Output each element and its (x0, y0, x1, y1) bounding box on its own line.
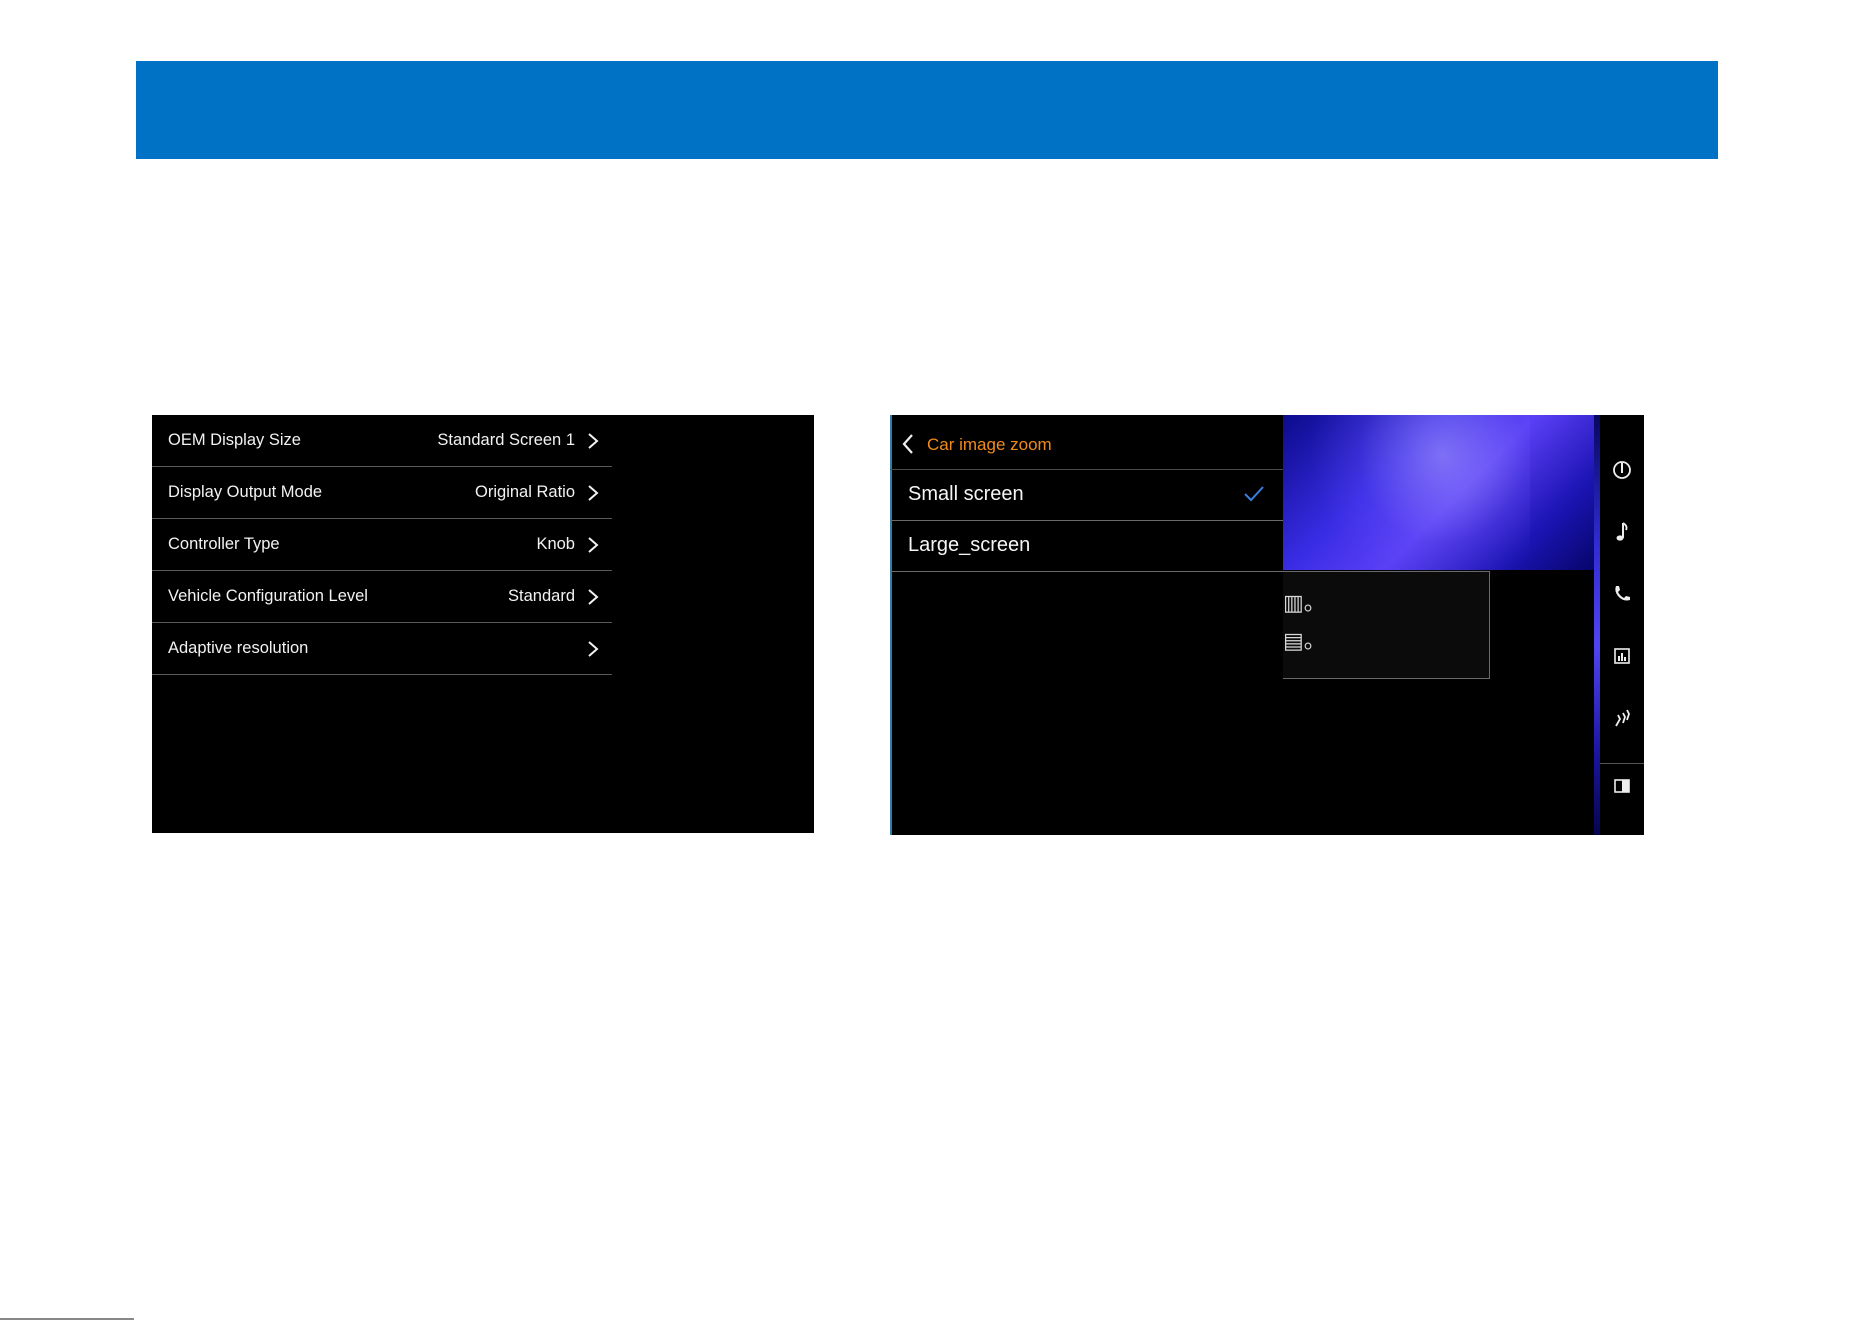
checkmark-icon (1243, 485, 1265, 503)
setting-label: Controller Type (168, 535, 280, 553)
side-rail (1594, 415, 1644, 835)
option-large-screen[interactable]: Large_screen (890, 521, 1283, 572)
footer-line (0, 1318, 134, 1320)
chevron-right-icon (584, 432, 602, 450)
seat-heat-icon[interactable] (1611, 707, 1633, 729)
chevron-right-icon (584, 484, 602, 502)
setting-value: Original Ratio (475, 483, 575, 501)
setting-label: OEM Display Size (168, 431, 301, 449)
option-small-screen[interactable]: Small screen (890, 470, 1283, 521)
car-image-zoom-screen: ▥。 ▤。 Car image zoom Small screen Large_… (890, 415, 1644, 835)
rail-stripe (1594, 415, 1600, 835)
media-icon[interactable] (1611, 645, 1633, 667)
setting-label: Adaptive resolution (168, 639, 309, 657)
phone-icon[interactable] (1611, 583, 1633, 605)
zoom-menu: Car image zoom Small screen Large_screen (890, 415, 1283, 835)
chevron-right-icon (584, 588, 602, 606)
setting-row-display-output-mode[interactable]: Display Output Mode Original Ratio (152, 467, 612, 519)
music-icon[interactable] (1611, 521, 1633, 543)
setting-row-vehicle-configuration-level[interactable]: Vehicle Configuration Level Standard (152, 571, 612, 623)
dialog-glyph: ▥。 (1283, 590, 1326, 615)
option-label: Large_screen (908, 534, 1031, 556)
header-banner (136, 61, 1718, 159)
back-arrow-icon[interactable] (900, 433, 916, 455)
split-screen-icon[interactable] (1611, 775, 1633, 797)
setting-value: Standard (508, 587, 575, 605)
setting-value: Knob (536, 535, 575, 553)
setting-value: Standard Screen 1 (437, 431, 575, 449)
menu-title: Car image zoom (927, 435, 1052, 454)
rail-divider (1600, 763, 1644, 764)
option-label: Small screen (908, 483, 1024, 505)
dialog-glyph: ▤。 (1283, 628, 1326, 653)
setting-row-controller-type[interactable]: Controller Type Knob (152, 519, 612, 571)
setting-label: Vehicle Configuration Level (168, 587, 368, 605)
chevron-right-icon (584, 640, 602, 658)
setting-row-adaptive-resolution[interactable]: Adaptive resolution (152, 623, 612, 675)
setting-label: Display Output Mode (168, 483, 323, 501)
settings-screen: OEM Display Size Standard Screen 1 Displ… (152, 415, 814, 833)
menu-header: Car image zoom (890, 415, 1283, 470)
navigation-icon[interactable] (1611, 459, 1633, 481)
chevron-right-icon (584, 536, 602, 554)
setting-row-oem-display-size[interactable]: OEM Display Size Standard Screen 1 (152, 415, 612, 467)
background-dialog: ▥。 ▤。 (1280, 571, 1490, 679)
wallpaper-sheen (1310, 415, 1530, 595)
settings-list: OEM Display Size Standard Screen 1 Displ… (152, 415, 612, 675)
